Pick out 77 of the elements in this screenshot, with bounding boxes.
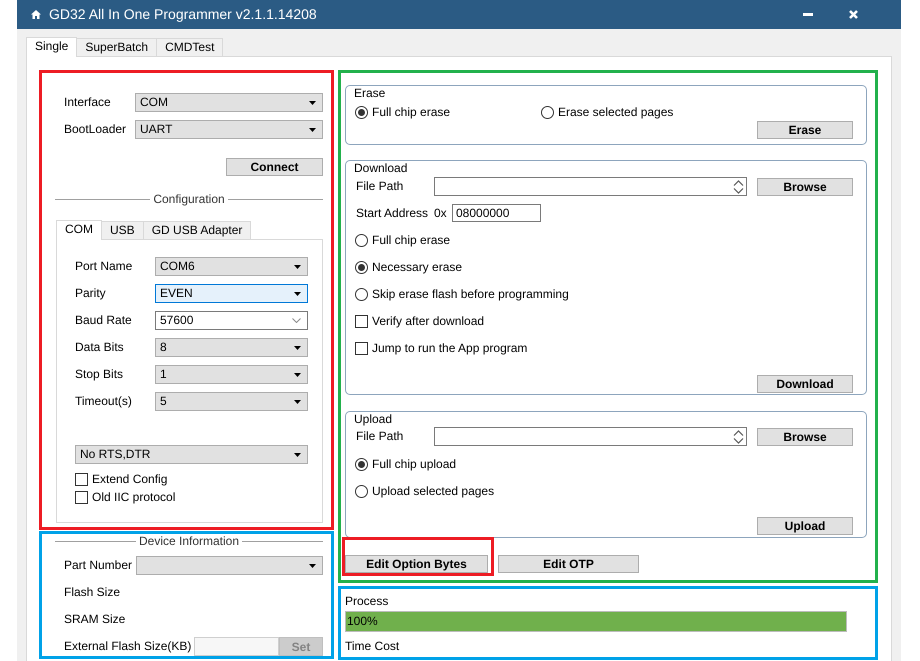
radio-option[interactable]: Necessary erase [355, 260, 462, 274]
progress-reading: 100% [346, 614, 378, 629]
browse-button[interactable]: Browse [757, 428, 853, 446]
caret-icon [309, 564, 316, 568]
download-button[interactable]: Download [757, 375, 853, 393]
radio-option[interactable]: Full chip erase [355, 233, 450, 247]
field-label: BootLoader [64, 122, 128, 137]
radio-option[interactable]: Skip erase flash before programming [355, 287, 569, 301]
group-title: Upload [354, 412, 392, 426]
field-label: Port Name [75, 259, 134, 274]
field-label: Parity [75, 286, 107, 301]
tab[interactable]: USB [101, 221, 144, 239]
radio-option[interactable]: Upload selected pages [355, 484, 494, 498]
minimize-icon [803, 13, 813, 16]
option-bytes-button[interactable]: Edit Option Bytes [345, 555, 488, 573]
field-label: Data Bits [75, 340, 125, 355]
close-icon [848, 10, 858, 19]
field-label: Process [345, 594, 388, 608]
upload-button[interactable]: Upload [757, 517, 853, 535]
checkbox-option[interactable]: Old IIC protocol [75, 490, 176, 504]
field-label: Flash Size [64, 585, 122, 600]
field-label: SRAM Size [64, 612, 126, 627]
field-label: File Path [356, 429, 404, 444]
caret-icon [294, 264, 301, 268]
spinner-arrows-icon [733, 430, 744, 444]
caret-icon [294, 452, 301, 456]
address-field[interactable]: 08000000 [452, 204, 541, 222]
field-label: Time Cost [345, 639, 400, 653]
tab[interactable]: GD USB Adapter [142, 221, 252, 239]
connect-button[interactable]: Connect [226, 158, 323, 176]
radio-option[interactable]: Full chip erase [355, 105, 541, 119]
radio-option[interactable]: Erase selected pages [541, 105, 727, 119]
dropdown[interactable]: UART [135, 120, 323, 139]
field-label: External Flash Size(KB) [64, 639, 192, 654]
file-path-field[interactable] [434, 427, 747, 446]
dropdown[interactable]: COM [135, 93, 323, 112]
caret-icon [294, 400, 301, 404]
caret-icon [309, 100, 316, 104]
window-title: GD32 All In One Programmer v2.1.1.14208 [49, 6, 317, 23]
dropdown[interactable]: COM6 [155, 257, 308, 276]
dropdown[interactable]: 57600 [155, 311, 308, 330]
field-label: Stop Bits [75, 367, 124, 382]
tab[interactable]: CMDTest [156, 38, 224, 56]
checkbox-option[interactable]: Jump to run the App program [355, 341, 528, 355]
caret-icon [294, 372, 301, 376]
otp-button[interactable]: Edit OTP [498, 555, 639, 573]
chevron-down-icon [292, 318, 301, 323]
dropdown[interactable]: 5 [155, 392, 308, 411]
checkbox-option[interactable]: Extend Config [75, 472, 168, 486]
field-label: Baud Rate [75, 313, 133, 328]
home-icon [31, 10, 41, 19]
group-title: Download [354, 161, 408, 175]
dropdown[interactable]: No RTS,DTR [75, 445, 308, 464]
group-title: Erase [354, 86, 386, 100]
field-label: Timeout(s) [75, 394, 133, 409]
browse-button[interactable]: Browse [757, 178, 853, 196]
field-label: Interface [64, 95, 112, 110]
tab[interactable]: COM [56, 220, 102, 240]
tab[interactable]: SuperBatch [76, 38, 158, 56]
caret-icon [294, 346, 301, 350]
checkbox-option[interactable]: Verify after download [355, 314, 484, 328]
field-label: Start Address [356, 206, 430, 220]
field-label: Part Number [64, 558, 134, 573]
address-prefix: 0x [434, 206, 448, 220]
caret-icon [294, 292, 301, 296]
dropdown[interactable]: 1 [155, 365, 308, 384]
spinner-arrows-icon [733, 180, 744, 194]
tab[interactable]: Single [26, 37, 78, 57]
caret-icon [309, 128, 316, 132]
section-title: Configuration [152, 192, 226, 206]
erase-button[interactable]: Erase [757, 121, 853, 139]
dropdown[interactable]: EVEN [155, 284, 308, 303]
field-label: File Path [356, 179, 404, 194]
section-title: Device Information [138, 534, 240, 548]
file-path-field[interactable] [434, 177, 747, 196]
dropdown[interactable]: 8 [155, 338, 308, 357]
radio-option[interactable]: Full chip upload [355, 457, 456, 471]
